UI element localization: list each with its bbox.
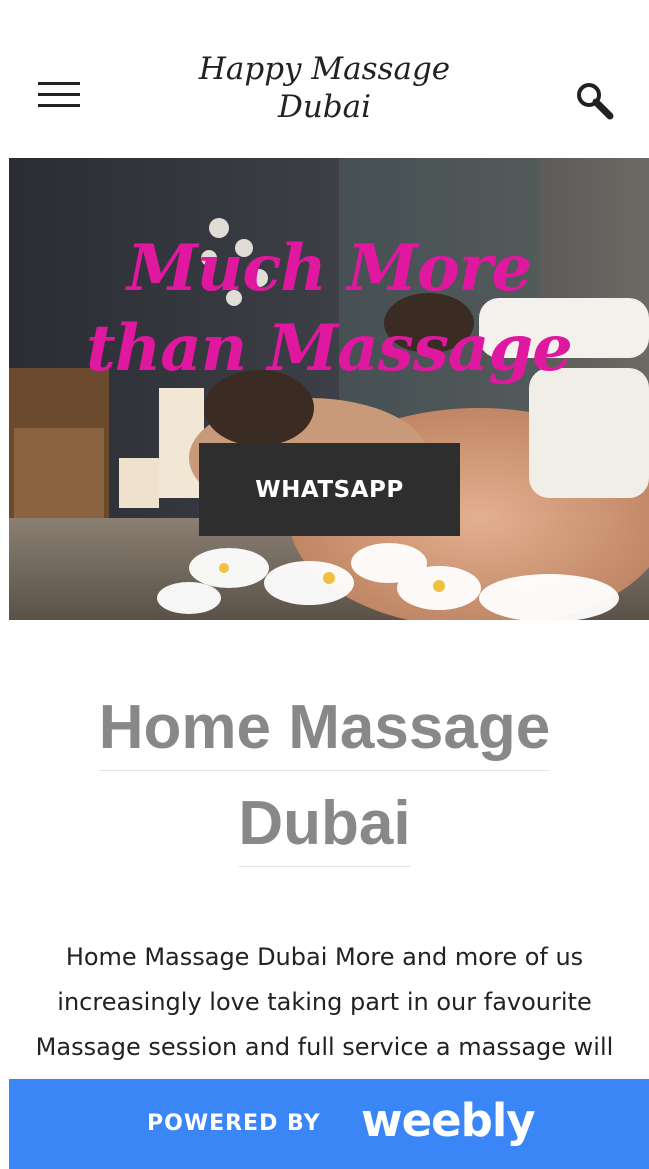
page-heading-line1: Home Massage bbox=[98, 688, 551, 771]
weebly-footer-banner[interactable]: POWERED BY weebly bbox=[9, 1079, 649, 1169]
hamburger-menu-icon[interactable] bbox=[38, 80, 80, 110]
search-icon[interactable] bbox=[574, 80, 614, 120]
powered-by-label: POWERED BY bbox=[147, 1111, 321, 1136]
site-title[interactable]: Happy Massage Dubai bbox=[150, 50, 499, 126]
weebly-logo: weebly bbox=[361, 1094, 536, 1147]
site-header: Happy Massage Dubai bbox=[0, 0, 649, 158]
hero-headline-line2: than Massage bbox=[86, 311, 573, 386]
page-heading-line2: Dubai bbox=[238, 784, 411, 867]
whatsapp-button[interactable]: WHATSAPP bbox=[199, 443, 460, 536]
hero-banner: Much More than Massage bbox=[9, 158, 649, 620]
site-title-line2: Dubai bbox=[277, 89, 372, 125]
hero-headline-line1: Much More bbox=[126, 231, 532, 306]
site-title-line1: Happy Massage bbox=[198, 51, 451, 87]
